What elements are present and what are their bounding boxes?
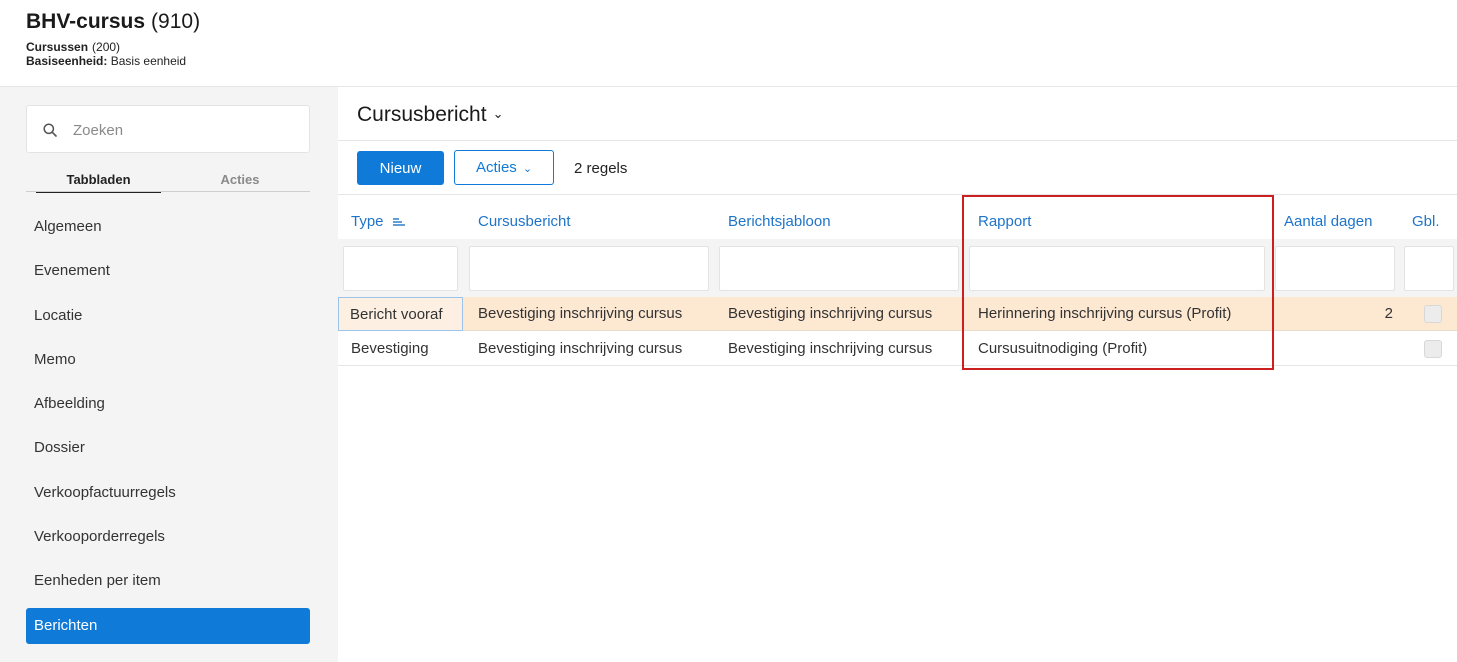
sidebar-item-dossier[interactable]: Dossier xyxy=(26,430,310,466)
page-title-count: (910) xyxy=(151,10,201,33)
table-row[interactable]: Bevestiging Bevestiging inschrijving cur… xyxy=(338,332,1457,366)
search-box[interactable] xyxy=(26,105,310,153)
sidebar-item-verkooporderregels[interactable]: Verkooporderregels xyxy=(26,519,310,555)
new-button[interactable]: Nieuw xyxy=(357,151,444,185)
column-header-type-label: Type xyxy=(351,213,384,230)
row-count: 2 regels xyxy=(574,160,628,177)
sidebar-item-locatie[interactable]: Locatie xyxy=(26,298,310,334)
unit-value: Basis eenheid xyxy=(110,54,187,68)
cell-type[interactable]: Bevestiging xyxy=(351,332,466,366)
search-icon xyxy=(43,123,57,137)
main-panel: Cursusbericht ⌄ Nieuw Acties ⌄ 2 regels Ty… xyxy=(338,87,1457,662)
actions-button-label: Acties xyxy=(475,159,517,176)
subtitle: Cursussen (200) xyxy=(26,40,200,54)
cell-aantal-dagen[interactable]: 2 xyxy=(1275,297,1393,331)
actions-button[interactable]: Acties ⌄ xyxy=(454,150,554,185)
cell-aantal-dagen[interactable] xyxy=(1275,332,1393,366)
column-header-cursusbericht[interactable]: Cursusbericht xyxy=(478,213,571,230)
filter-berichtsjabloon[interactable] xyxy=(719,246,959,291)
page-title: BHV-cursus (910) xyxy=(26,8,200,36)
tab-tabbladen[interactable]: Tabbladen xyxy=(36,167,161,193)
filter-aantal-dagen[interactable] xyxy=(1275,246,1395,291)
sidebar-item-eenheden-per-item[interactable]: Eenheden per item xyxy=(26,563,310,599)
unit-line: Basiseenheid: Basis eenheid xyxy=(26,54,200,68)
sidebar-item-algemeen[interactable]: Algemeen xyxy=(26,209,310,245)
column-header-gbl[interactable]: Gbl. xyxy=(1412,213,1440,230)
gbl-checkbox[interactable] xyxy=(1424,340,1442,358)
tabs-underline xyxy=(26,191,310,192)
rapport-highlight-box xyxy=(962,195,1274,370)
cell-cursusbericht[interactable]: Bevestiging inschrijving cursus xyxy=(478,332,718,366)
column-header-aantal-dagen[interactable]: Aantal dagen xyxy=(1284,213,1372,230)
page-header: BHV-cursus (910) Cursussen (200) Basiseenh… xyxy=(26,8,200,68)
filter-type[interactable] xyxy=(343,246,458,291)
sidebar: Tabbladen Acties Algemeen Evenement Loca… xyxy=(0,87,338,662)
subtitle-count: (200) xyxy=(92,40,121,54)
section-title-text: Cursusbericht xyxy=(357,103,487,126)
column-header-type[interactable]: Type xyxy=(351,213,407,230)
cell-type[interactable]: Bericht vooraf xyxy=(338,297,463,331)
filter-cursusbericht[interactable] xyxy=(469,246,709,291)
search-input[interactable] xyxy=(73,118,293,142)
chevron-down-icon: ⌄ xyxy=(492,106,504,121)
column-header-berichtsjabloon[interactable]: Berichtsjabloon xyxy=(728,213,831,230)
sidebar-nav: Algemeen Evenement Locatie Memo Afbeeldi… xyxy=(26,209,310,652)
title-divider xyxy=(338,140,1457,141)
unit-label: Basiseenheid: xyxy=(26,54,108,68)
toolbar-divider xyxy=(338,194,1457,195)
cell-cursusbericht[interactable]: Bevestiging inschrijving cursus xyxy=(478,297,718,331)
sidebar-item-afbeelding[interactable]: Afbeelding xyxy=(26,386,310,422)
filter-gbl[interactable] xyxy=(1404,246,1454,291)
page-title-text: BHV-cursus xyxy=(26,10,146,33)
section-title[interactable]: Cursusbericht ⌄ xyxy=(357,103,503,127)
cell-berichtsjabloon[interactable]: Bevestiging inschrijving cursus xyxy=(728,297,968,331)
chevron-down-icon: ⌄ xyxy=(522,163,533,175)
gbl-checkbox[interactable] xyxy=(1424,305,1442,323)
sidebar-item-memo[interactable]: Memo xyxy=(26,342,310,378)
sidebar-tabs: Tabbladen Acties xyxy=(26,167,310,193)
tab-acties[interactable]: Acties xyxy=(176,167,304,193)
table-row[interactable]: Bericht vooraf Bevestiging inschrijving … xyxy=(338,297,1457,331)
sidebar-item-berichten[interactable]: Berichten xyxy=(26,607,310,644)
sort-icon xyxy=(392,218,405,226)
cell-berichtsjabloon[interactable]: Bevestiging inschrijving cursus xyxy=(728,332,968,366)
subtitle-label: Cursussen xyxy=(26,40,89,54)
sidebar-item-evenement[interactable]: Evenement xyxy=(26,253,310,289)
sidebar-item-verkoopfactuurregels[interactable]: Verkoopfactuurregels xyxy=(26,475,310,511)
